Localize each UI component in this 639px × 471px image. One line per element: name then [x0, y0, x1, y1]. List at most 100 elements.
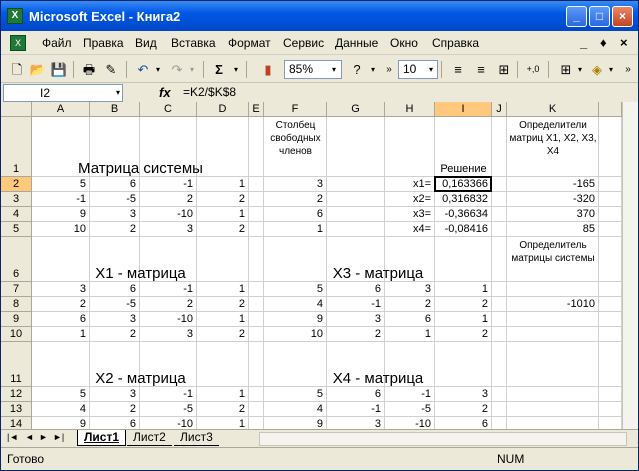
cell-c14[interactable]: -10: [140, 417, 197, 429]
cell-a8[interactable]: 2: [32, 297, 90, 311]
align-right-icon[interactable]: ≡: [471, 60, 491, 79]
doc-close-button[interactable]: ×: [620, 35, 628, 50]
menu-help[interactable]: Справка: [432, 36, 479, 50]
cell-f13[interactable]: 4: [264, 402, 327, 416]
menu-edit[interactable]: Правка: [83, 36, 124, 50]
cell-i7[interactable]: 1: [435, 282, 492, 296]
row-header-4[interactable]: 4: [1, 207, 32, 222]
solution-x2[interactable]: 0,316832: [435, 192, 492, 206]
heading-x4-matrix[interactable]: X4 - матрица: [264, 371, 492, 386]
cell-d14[interactable]: 1: [197, 417, 249, 429]
cell-h8[interactable]: 2: [385, 297, 435, 311]
heading-free-members[interactable]: Столбец свободных членов: [264, 119, 327, 158]
row-header-7[interactable]: 7: [1, 282, 32, 297]
row-header-8[interactable]: 8: [1, 297, 32, 312]
autosum-button[interactable]: Σ: [209, 60, 229, 79]
column-header-k[interactable]: K: [507, 102, 599, 117]
cell-c3[interactable]: 2: [140, 192, 197, 206]
heading-determinants[interactable]: Определители матриц X1, X2, X3, X4: [507, 119, 599, 158]
cell-d10[interactable]: 2: [197, 327, 249, 341]
cell-f2[interactable]: 3: [264, 177, 327, 191]
cell-a12[interactable]: 5: [32, 387, 90, 401]
cell-i8[interactable]: 2: [435, 297, 492, 311]
toolbar-options-icon-2[interactable]: »: [618, 60, 638, 79]
next-sheet-icon[interactable]: ►: [39, 432, 48, 442]
name-box-dropdown-icon[interactable]: ▾: [116, 85, 120, 101]
cell-b5[interactable]: 2: [90, 222, 140, 236]
x-label-4[interactable]: x4=: [385, 222, 435, 236]
chart-wizard-icon[interactable]: ▮: [258, 60, 278, 79]
determinant-x2[interactable]: -320: [507, 192, 599, 206]
cell-c13[interactable]: -5: [140, 402, 197, 416]
cell-c12[interactable]: -1: [140, 387, 197, 401]
cell-i9[interactable]: 1: [435, 312, 492, 326]
row-header-9[interactable]: 9: [1, 312, 32, 327]
workbook-icon[interactable]: X: [10, 35, 26, 51]
determinant-x4[interactable]: 85: [507, 222, 599, 236]
row-header-6[interactable]: 6: [1, 237, 32, 282]
cell-i13[interactable]: 2: [435, 402, 492, 416]
cell-c4[interactable]: -10: [140, 207, 197, 221]
tab-sheet2[interactable]: Лист2: [127, 430, 172, 446]
help-dropdown-icon[interactable]: ▾: [367, 60, 379, 79]
increase-decimal-icon[interactable]: +,0: [523, 60, 543, 79]
column-header-a[interactable]: A: [32, 102, 90, 117]
menu-data[interactable]: Данные: [335, 36, 378, 50]
first-sheet-icon[interactable]: |◄: [7, 432, 18, 442]
heading-x1-matrix[interactable]: X1 - матрица: [32, 266, 249, 281]
fill-color-icon[interactable]: ◈: [587, 60, 607, 79]
cell-b2[interactable]: 6: [90, 177, 140, 191]
cell-b12[interactable]: 3: [90, 387, 140, 401]
tab-sheet1[interactable]: Лист1: [77, 430, 127, 446]
last-sheet-icon[interactable]: ►|: [53, 432, 64, 442]
cell-h9[interactable]: 6: [385, 312, 435, 326]
column-header-g[interactable]: G: [327, 102, 385, 117]
cell-a4[interactable]: 9: [32, 207, 90, 221]
borders-icon[interactable]: ⊞: [556, 60, 576, 79]
cell-a3[interactable]: -1: [32, 192, 90, 206]
cell-d4[interactable]: 1: [197, 207, 249, 221]
column-header-i[interactable]: I: [435, 102, 492, 117]
horizontal-scrollbar[interactable]: [259, 432, 627, 446]
vertical-scrollbar[interactable]: [622, 102, 638, 429]
determinant-x3[interactable]: 370: [507, 207, 599, 221]
column-header-e[interactable]: E: [249, 102, 264, 117]
cell-b13[interactable]: 2: [90, 402, 140, 416]
cell-f3[interactable]: 2: [264, 192, 327, 206]
cell-b3[interactable]: -5: [90, 192, 140, 206]
determinant-x1[interactable]: -165: [507, 177, 599, 191]
new-icon[interactable]: 🗋: [7, 60, 27, 79]
column-header-h[interactable]: H: [385, 102, 435, 117]
doc-minimize-button[interactable]: _: [580, 35, 587, 50]
print-icon[interactable]: 🖶: [79, 60, 99, 79]
cell-g13[interactable]: -1: [327, 402, 385, 416]
row-header-11[interactable]: 11: [1, 342, 32, 387]
cell-g10[interactable]: 2: [327, 327, 385, 341]
cell-i10[interactable]: 2: [435, 327, 492, 341]
row-header-3[interactable]: 3: [1, 192, 32, 207]
cell-i14[interactable]: 6: [435, 417, 492, 429]
font-size-dropdown-icon[interactable]: ▾: [425, 60, 437, 79]
save-icon[interactable]: 💾: [49, 60, 69, 79]
cell-d12[interactable]: 1: [197, 387, 249, 401]
redo-icon[interactable]: ↷: [167, 60, 187, 79]
maximize-button[interactable]: □: [589, 6, 610, 27]
solution-x4[interactable]: -0,08416: [435, 222, 492, 236]
cell-h13[interactable]: -5: [385, 402, 435, 416]
cell-g12[interactable]: 6: [327, 387, 385, 401]
cell-f14[interactable]: 9: [264, 417, 327, 429]
toolbar-options-icon[interactable]: »: [379, 60, 399, 79]
x-label-2[interactable]: x2=: [385, 192, 435, 206]
solution-x1[interactable]: 0,163366: [435, 177, 492, 191]
cell-d9[interactable]: 1: [197, 312, 249, 326]
cell-h14[interactable]: -10: [385, 417, 435, 429]
cell-b8[interactable]: -5: [90, 297, 140, 311]
menu-file[interactable]: Файл: [42, 36, 72, 50]
cell-d13[interactable]: 2: [197, 402, 249, 416]
cell-a2[interactable]: 5: [32, 177, 90, 191]
fx-icon[interactable]: fx: [159, 85, 171, 100]
cell-a9[interactable]: 6: [32, 312, 90, 326]
row-header-10[interactable]: 10: [1, 327, 32, 342]
cell-d2[interactable]: 1: [197, 177, 249, 191]
menu-tools[interactable]: Сервис: [283, 36, 324, 50]
